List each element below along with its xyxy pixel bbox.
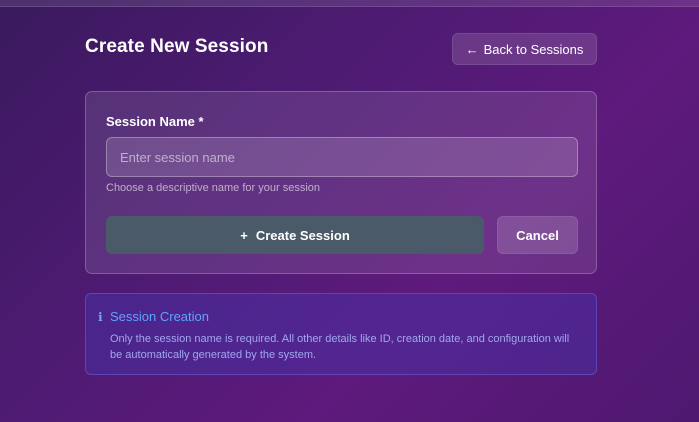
arrow-left-icon: ← — [465, 41, 479, 57]
page-title: Create New Session — [85, 36, 269, 57]
top-bar — [0, 0, 699, 7]
info-title: Session Creation — [110, 309, 209, 324]
back-to-sessions-button[interactable]: ← Back to Sessions — [452, 33, 597, 65]
session-creation-info-box: ℹ Session Creation Only the session name… — [85, 293, 597, 375]
session-form-card: Session Name * Choose a descriptive name… — [85, 91, 597, 274]
back-button-label: Back to Sessions — [483, 41, 584, 57]
create-session-button[interactable]: + Create Session — [106, 216, 484, 254]
session-name-label: Session Name * — [106, 114, 204, 129]
cancel-button[interactable]: Cancel — [497, 216, 578, 254]
create-session-label: Create Session — [255, 227, 350, 243]
session-name-hint: Choose a descriptive name for your sessi… — [106, 182, 320, 194]
info-icon: ℹ — [98, 310, 103, 324]
session-name-input[interactable] — [106, 137, 578, 177]
info-text: Only the session name is required. All o… — [110, 333, 570, 361]
plus-icon: + — [240, 227, 248, 243]
